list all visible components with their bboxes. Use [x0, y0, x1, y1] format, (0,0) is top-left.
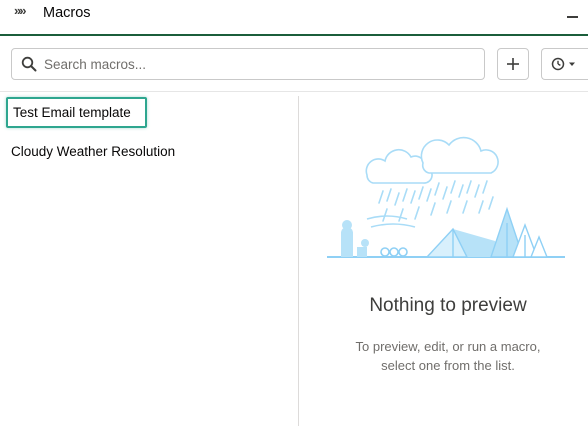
panel-header: »» Macros	[0, 0, 588, 36]
rainy-campsite-illustration	[327, 136, 565, 258]
search-input[interactable]	[44, 53, 474, 75]
empty-state-message: To preview, edit, or run a macro, select…	[355, 339, 541, 373]
macro-list-item[interactable]: Cloudy Weather Resolution	[11, 144, 175, 159]
recent-macros-button[interactable]	[541, 48, 588, 80]
search-icon	[21, 56, 37, 72]
preview-pane: Nothing to preview To preview, edit, or …	[299, 93, 588, 426]
empty-state-title: Nothing to preview	[369, 295, 527, 316]
search-box[interactable]	[11, 48, 485, 80]
minimize-icon[interactable]	[567, 16, 578, 18]
add-macro-button[interactable]	[497, 48, 529, 80]
panel-title: Macros	[43, 5, 91, 21]
macro-list: Test Email template Cloudy Weather Resol…	[0, 93, 298, 426]
macro-list-item[interactable]: Test Email template	[6, 97, 147, 128]
plus-icon	[507, 58, 519, 70]
caret-down-icon	[569, 62, 575, 66]
macro-toolbar	[0, 38, 588, 92]
chevron-double-right-icon[interactable]: »»	[14, 3, 27, 18]
